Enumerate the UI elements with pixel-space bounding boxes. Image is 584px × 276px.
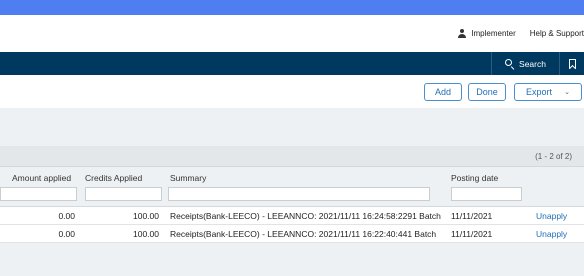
main-nav-bar: Search [0, 52, 584, 75]
credits-applied-filter-input[interactable] [85, 187, 162, 201]
amount-applied-header[interactable]: Amount applied [12, 173, 71, 183]
posting-date-cell: 11/11/2021 [451, 211, 493, 221]
chevron-down-icon: ⌄ [564, 89, 570, 96]
summary-header[interactable]: Summary [170, 173, 206, 183]
search-icon [505, 59, 514, 70]
credits-applied-cell: 100.00 [133, 211, 159, 221]
posting-date-filter-input[interactable] [451, 187, 522, 201]
posting-date-cell: 11/11/2021 [451, 229, 493, 239]
grid-count-bar: (1 - 2 of 2) [0, 146, 584, 167]
summary-cell: Receipts(Bank-LEECO) - LEEANNCO: 2021/11… [170, 229, 437, 239]
search-label: Search [519, 58, 546, 69]
export-button[interactable]: Export ⌄ [514, 83, 582, 101]
table-row[interactable]: 0.00 100.00 Receipts(Bank-LEECO) - LEEAN… [0, 225, 584, 243]
summary-cell: Receipts(Bank-LEECO) - LEEANNCO: 2021/11… [170, 211, 441, 221]
search-button[interactable]: Search [491, 52, 559, 75]
grid-header: Amount applied Credits Applied Summary P… [0, 167, 584, 207]
unapply-link[interactable]: Unapply [536, 211, 567, 221]
top-accent-band [0, 0, 584, 15]
applications-grid: (1 - 2 of 2) Amount applied Credits Appl… [0, 146, 584, 243]
implementer-label: Implementer [471, 29, 516, 38]
amount-applied-cell: 0.00 [58, 211, 75, 221]
posting-date-header[interactable]: Posting date [451, 173, 498, 183]
credits-applied-cell: 100.00 [133, 229, 159, 239]
page-toolbar: Add Done Export ⌄ [0, 75, 584, 108]
summary-filter-input[interactable] [168, 187, 430, 201]
user-links: Implementer Help & Support [444, 29, 584, 38]
user-bar: Implementer Help & Support [0, 15, 584, 52]
implementer-link[interactable]: Implementer [458, 29, 516, 38]
export-label: Export [526, 87, 553, 97]
record-count: (1 - 2 of 2) [535, 152, 572, 161]
person-icon [458, 29, 467, 38]
add-button[interactable]: Add [424, 83, 462, 101]
unapply-link[interactable]: Unapply [536, 229, 567, 239]
done-button[interactable]: Done [468, 83, 506, 101]
bookmark-icon [568, 58, 576, 69]
help-support-label: Help & Support [529, 29, 584, 38]
credits-applied-header[interactable]: Credits Applied [85, 173, 142, 183]
amount-applied-cell: 0.00 [58, 229, 75, 239]
amount-applied-filter-input[interactable] [0, 187, 77, 201]
bookmark-button[interactable] [559, 52, 584, 75]
table-row[interactable]: 0.00 100.00 Receipts(Bank-LEECO) - LEEAN… [0, 207, 584, 225]
help-support-link[interactable]: Help & Support [530, 29, 584, 38]
